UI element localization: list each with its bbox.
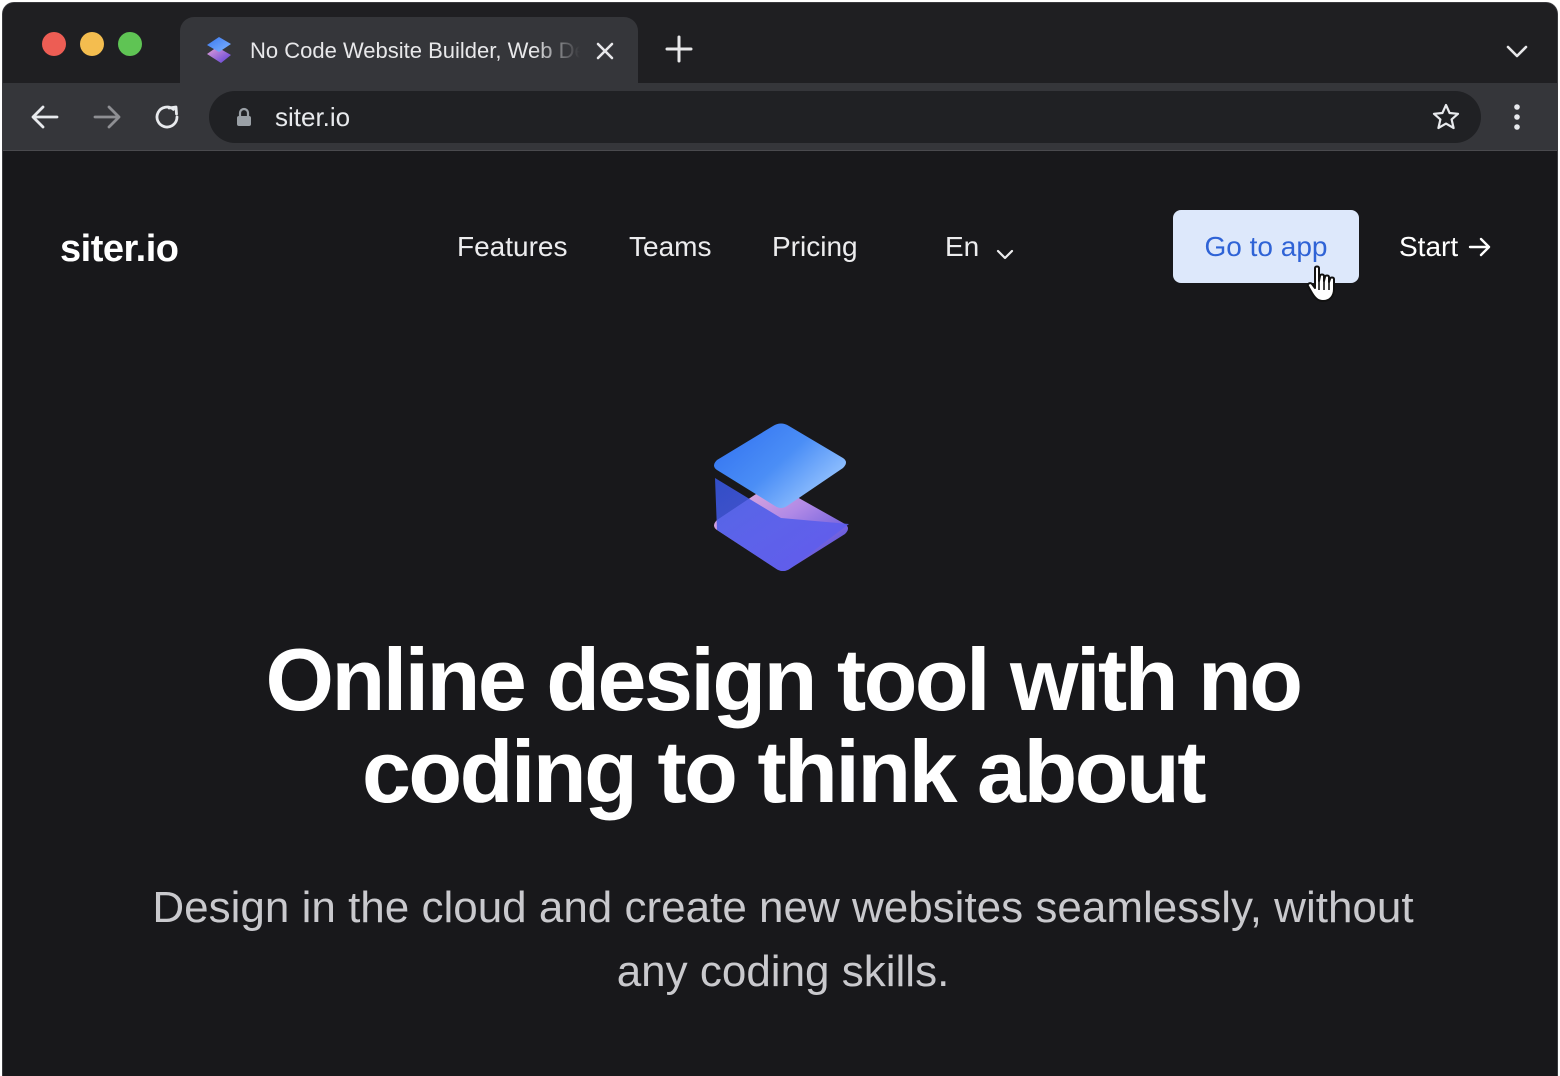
browser-window: No Code Website Builder, Web Design Tool xyxy=(2,2,1558,1076)
reload-icon[interactable] xyxy=(149,99,185,135)
nav-link-pricing[interactable]: Pricing xyxy=(772,230,858,264)
kebab-icon[interactable] xyxy=(1499,99,1535,135)
arrow-right-icon[interactable] xyxy=(89,99,125,135)
plus-icon[interactable] xyxy=(663,33,695,65)
maximize-window-button[interactable] xyxy=(118,32,142,56)
address-bar[interactable]: siter.io xyxy=(209,91,1481,143)
arrow-right-icon xyxy=(1468,233,1492,257)
nav-link-features[interactable]: Features xyxy=(457,230,568,264)
close-icon[interactable] xyxy=(592,38,618,64)
web-page: siter.io Features Teams Pricing En Go to… xyxy=(3,152,1557,1076)
hero-headline: Online design tool with no coding to thi… xyxy=(265,630,1303,821)
browser-toolbar: siter.io xyxy=(3,83,1557,151)
tab-title: No Code Website Builder, Web Design Tool xyxy=(250,38,580,63)
site-logo[interactable]: siter.io xyxy=(60,226,179,272)
star-icon[interactable] xyxy=(1431,102,1461,132)
lock-icon[interactable] xyxy=(233,106,255,128)
hero-subheadline: Design in the cloud and create new websi… xyxy=(152,883,1414,996)
close-window-button[interactable] xyxy=(42,32,66,56)
arrow-left-icon[interactable] xyxy=(27,99,63,135)
language-label: En xyxy=(945,231,980,262)
hand-cursor-icon xyxy=(1306,264,1340,304)
url-text[interactable]: siter.io xyxy=(275,102,350,132)
chevron-down-icon[interactable] xyxy=(1503,37,1531,65)
nav-link-teams[interactable]: Teams xyxy=(629,230,711,264)
start-link[interactable]: Start xyxy=(1399,230,1492,264)
start-label: Start xyxy=(1399,231,1459,262)
chevron-down-icon xyxy=(995,238,1015,260)
minimize-window-button[interactable] xyxy=(80,32,104,56)
tab-strip: No Code Website Builder, Web Design Tool xyxy=(3,3,1557,83)
language-selector[interactable]: En xyxy=(945,230,1014,264)
siter-logo-icon xyxy=(202,33,236,67)
siter-logo-icon xyxy=(703,418,861,582)
browser-tab-active[interactable]: No Code Website Builder, Web Design Tool xyxy=(180,17,638,83)
